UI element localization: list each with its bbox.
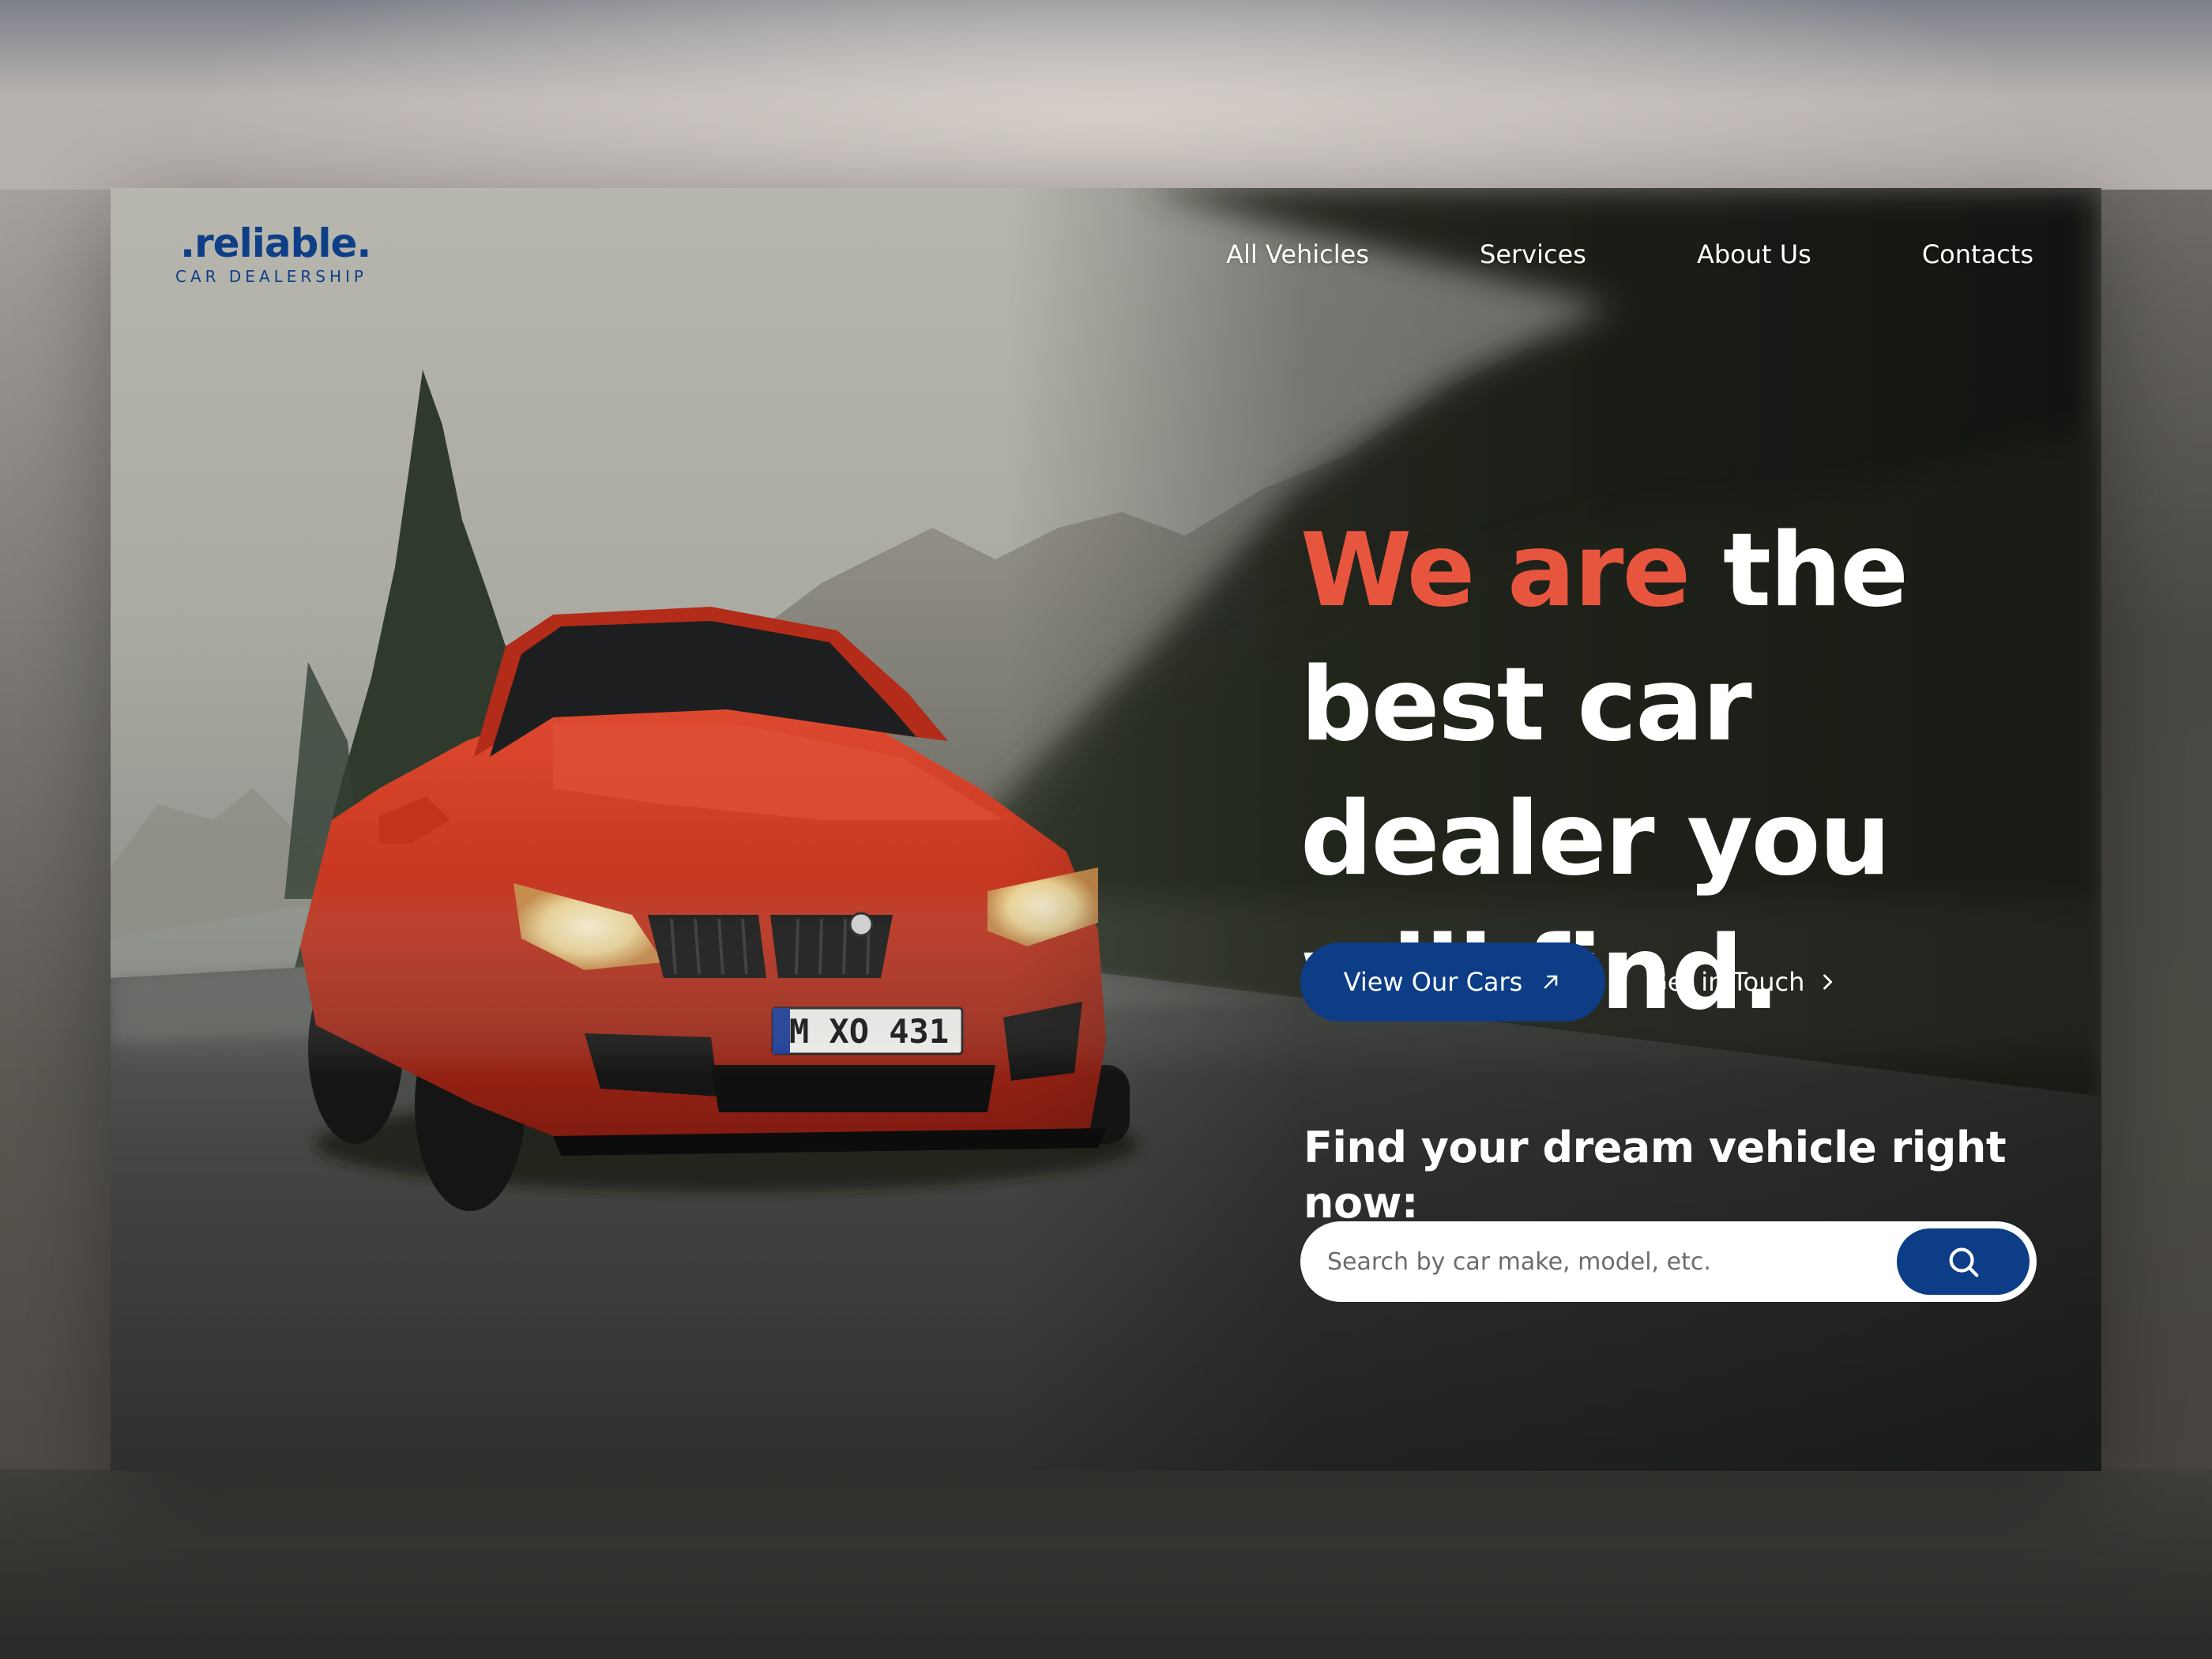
arrow-up-right-icon (1544, 975, 1558, 989)
search-button[interactable] (1897, 1228, 2030, 1295)
nav-services[interactable]: Services (1480, 237, 1586, 272)
brand-logo[interactable]: .reliable. CAR DEALERSHIP (175, 221, 371, 286)
main-nav: All Vehicles Services About Us Contacts (1226, 237, 2033, 272)
search-icon (1949, 1247, 1979, 1277)
view-our-cars-button[interactable]: View Our Cars (1300, 942, 1605, 1021)
nav-contacts[interactable]: Contacts (1922, 237, 2033, 272)
get-in-touch-button[interactable]: Get in Touch (1648, 967, 1836, 997)
backdrop-right (2101, 190, 2212, 1469)
backdrop-left (0, 190, 111, 1469)
search-input[interactable] (1326, 1247, 1897, 1277)
logo-name: .reliable. (180, 220, 371, 266)
headline-accent: We are (1300, 512, 1691, 630)
get-in-touch-label: Get in Touch (1648, 967, 1805, 997)
search-title: Find your dream vehicle right now: (1304, 1123, 2007, 1228)
logo-tagline: CAR DEALERSHIP (175, 267, 367, 286)
search-bar (1300, 1221, 2037, 1302)
nav-about-us[interactable]: About Us (1697, 237, 1811, 272)
chevron-right-icon (1823, 974, 1833, 990)
hero-section: M XO 431 .reliable. CAR DEALERSHIP All V… (111, 188, 2101, 1471)
nav-all-vehicles[interactable]: All Vehicles (1226, 237, 1369, 272)
cta-row: View Our Cars Get in Touch (1300, 942, 1836, 1021)
view-our-cars-label: View Our Cars (1343, 967, 1523, 997)
